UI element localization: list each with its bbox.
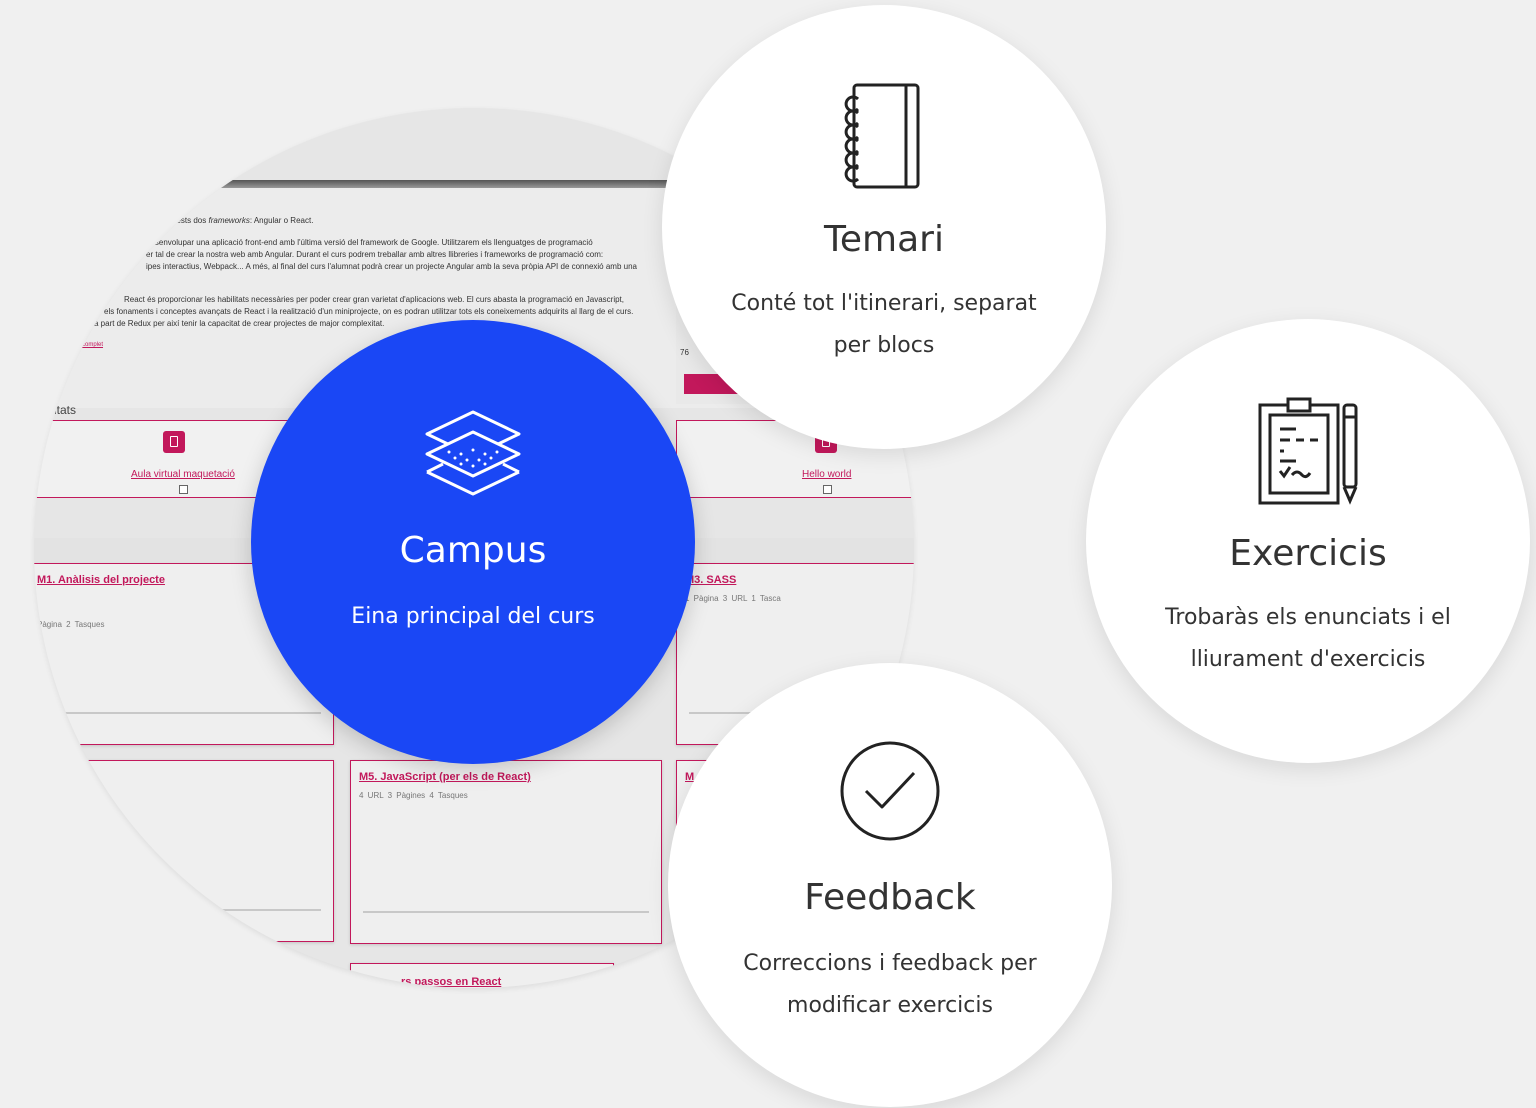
clipboard-icon (163, 431, 185, 453)
module-progress (37, 712, 321, 714)
temari-title: Temari (824, 219, 944, 260)
temari-desc-line2: per blocs (833, 333, 935, 358)
para2-line2: els fonaments i conceptes avançats de Re… (104, 307, 634, 316)
campus-feature: Campus Eina principal del curs (251, 320, 695, 764)
module-meta: 4 URL 3 Pàgines 4 Tasques (359, 791, 468, 800)
activity-checkbox[interactable] (823, 485, 832, 494)
para2-line1: React és proporcionar les habilitats nec… (124, 295, 624, 304)
para1-line1: desenvolupar una aplicació front-end amb… (146, 238, 593, 247)
exercicis-feature: Exercicis Trobaràs els enunciats i el ll… (1086, 319, 1530, 763)
para1-line2: er tal de crear la nostra web amb Angula… (146, 250, 604, 259)
activities-heading: itats (54, 403, 77, 417)
screenshot-side-number: 76 (680, 348, 689, 357)
module-meta: a (89, 791, 94, 800)
activity-link[interactable]: Aula virtual maquetació (131, 469, 235, 480)
feedback-desc-line2: modificar exercicis (787, 993, 993, 1018)
temari-feature: Temari Conté tot l'itinerari, separat pe… (662, 5, 1106, 449)
para2-line3: a part de Redux per així tenir la capaci… (94, 319, 385, 328)
layers-icon (425, 410, 521, 496)
notebook-icon (844, 83, 920, 189)
activity-checkbox[interactable] (179, 485, 188, 494)
module-title[interactable]: rs passos en React (401, 976, 501, 988)
clipboard-icon (1258, 397, 1358, 505)
campus-title: Campus (399, 530, 547, 571)
module-title[interactable]: M5. JavaScript (per els de React) (359, 771, 531, 783)
para1-line3: ipes interactius, Webpack... A més, al f… (146, 262, 637, 271)
exercicis-desc-line2: lliurament d'exercicis (1190, 647, 1426, 672)
activity-link[interactable]: Hello world (802, 469, 851, 480)
complet-link[interactable]: complet (82, 342, 103, 348)
module-card[interactable]: p a (34, 760, 334, 942)
module-title[interactable]: M1. Anàlisis del projecte (37, 574, 165, 586)
exercicis-desc-line1: Trobaràs els enunciats i el (1165, 605, 1451, 630)
module-progress (37, 909, 321, 911)
module-meta: 1 Pàgina 3 URL 1 Tasca (685, 594, 781, 603)
module-progress (363, 911, 649, 913)
temari-desc-line1: Conté tot l'itinerari, separat (731, 291, 1037, 316)
checkmark-circle-icon (840, 741, 940, 841)
module-card[interactable]: rs passos en React (350, 963, 614, 988)
exercicis-title: Exercicis (1229, 533, 1387, 574)
feedback-desc-line1: Correccions i feedback per (743, 951, 1037, 976)
module-title[interactable]: M3. SASS (685, 574, 736, 586)
module-card[interactable]: M5. JavaScript (per els de React) 4 URL … (350, 760, 662, 944)
exercicis-description: Trobaràs els enunciats i el lliurament d… (1165, 597, 1451, 681)
temari-description: Conté tot l'itinerari, separat per blocs (731, 283, 1036, 367)
campus-description: Eina principal del curs (351, 604, 595, 629)
intro-frameworks: un d'aquests dos frameworks: Angular o R… (146, 216, 314, 225)
feedback-feature: Feedback Correccions i feedback per modi… (668, 663, 1112, 1107)
module-title[interactable]: p (89, 771, 96, 783)
feedback-description: Correccions i feedback per modificar exe… (743, 943, 1036, 1027)
module-meta: Pàgina 2 Tasques (37, 620, 105, 629)
feedback-title: Feedback (804, 877, 976, 918)
